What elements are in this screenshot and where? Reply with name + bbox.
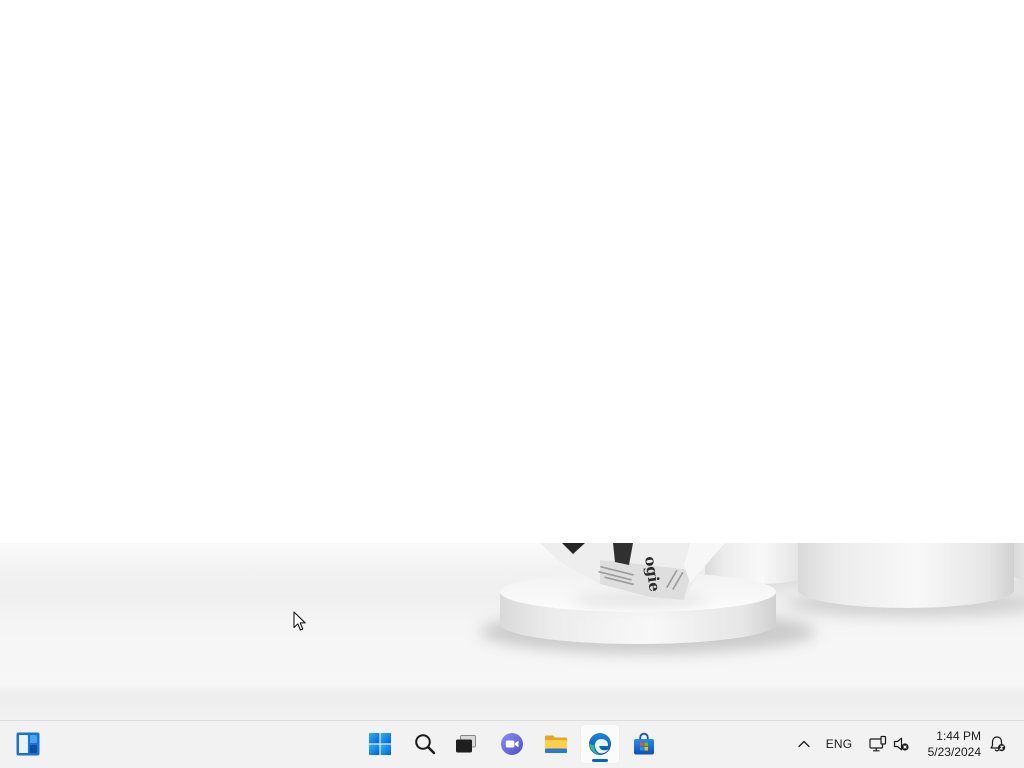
task-view-icon: [456, 735, 476, 753]
language-label: ENG: [825, 737, 853, 751]
chevron-up-icon: [798, 740, 810, 748]
file-explorer-button[interactable]: [536, 724, 576, 764]
chat-button[interactable]: [492, 724, 532, 764]
arrow-cursor-icon: [293, 611, 306, 631]
task-view-button[interactable]: [446, 724, 486, 764]
chat-icon: [501, 733, 523, 755]
mouse-cursor: [293, 611, 307, 632]
volume-status: [893, 736, 909, 752]
active-indicator: [592, 759, 608, 762]
file-explorer-icon: [545, 735, 567, 753]
edge-browser-icon: [589, 733, 611, 755]
microsoft-store-button[interactable]: [624, 724, 664, 764]
quick-settings-button[interactable]: [864, 724, 914, 764]
widgets-button[interactable]: [8, 724, 48, 764]
search-button[interactable]: [405, 724, 445, 764]
volume-muted-icon: [893, 737, 909, 751]
taskbar: ENG 1:44 PM 5/23/2024: [0, 720, 1024, 768]
clock-time: 1:44 PM: [936, 729, 981, 743]
windows-start-icon: [369, 733, 391, 755]
search-icon: [415, 734, 436, 755]
input-language-button[interactable]: ENG: [822, 724, 856, 764]
widgets-icon: [16, 732, 40, 756]
edge-browser-button[interactable]: [580, 724, 620, 764]
app-window[interactable]: [0, 0, 1024, 543]
notification-bell-icon: [990, 736, 1006, 752]
desktop-background[interactable]: ogie: [0, 0, 1024, 720]
clock-date: 5/23/2024: [927, 745, 981, 759]
network-icon: [869, 735, 887, 752]
notifications-button[interactable]: [984, 724, 1010, 764]
clock-button[interactable]: 1:44 PM 5/23/2024: [914, 724, 984, 764]
show-hidden-icons-button[interactable]: [790, 724, 818, 764]
network-status: [869, 735, 887, 753]
start-button[interactable]: [360, 724, 400, 764]
microsoft-store-icon: [634, 732, 654, 755]
